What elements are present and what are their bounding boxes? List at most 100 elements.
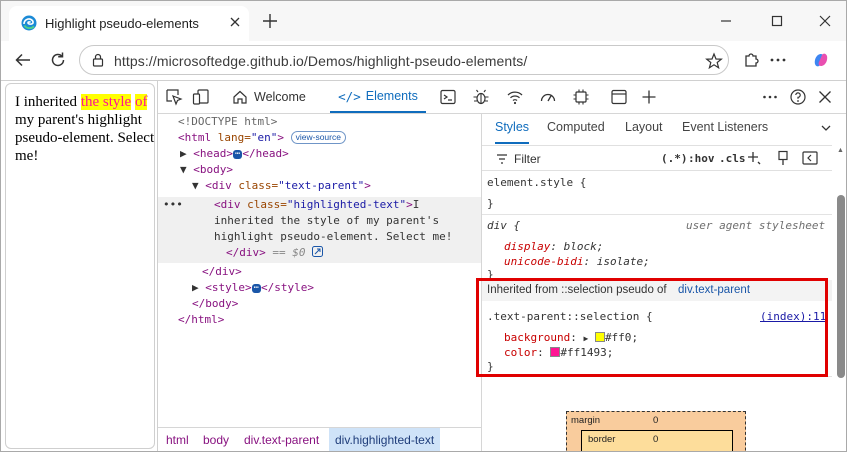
dom-text-parent-div[interactable]: ▼ <div class="text-parent"> xyxy=(192,178,371,194)
breadcrumb-text-parent[interactable]: div.text-parent xyxy=(238,428,325,451)
inspect-element-icon[interactable] xyxy=(165,88,183,106)
dom-head-node[interactable]: ▶ <head> ⋯ </head> xyxy=(180,146,289,162)
view-source-badge[interactable]: view-source xyxy=(290,131,346,144)
styles-scrollbar[interactable]: ▲ xyxy=(833,145,846,451)
dom-doctype[interactable]: <!DOCTYPE html> xyxy=(178,114,277,130)
dom-html-node[interactable]: <html lang="en"> view-source xyxy=(178,130,346,146)
browser-tab[interactable]: Highlight pseudo-elements xyxy=(9,6,249,41)
display-value: block xyxy=(563,240,597,253)
copilot-icon[interactable] xyxy=(811,50,831,70)
console-icon[interactable] xyxy=(439,88,457,106)
div-open: <div xyxy=(205,179,232,192)
colon: : xyxy=(583,255,591,268)
extensions-icon[interactable] xyxy=(741,50,761,70)
close-tab-icon[interactable] xyxy=(227,14,243,30)
html-close: </html> xyxy=(178,313,225,326)
pseudo-state-toggle[interactable]: (.*) xyxy=(661,152,688,165)
dom-highlighted-div-close[interactable]: </div> == $0 xyxy=(226,245,324,261)
dom-html-close[interactable]: </html> xyxy=(178,312,224,328)
devtools-more-icon[interactable] xyxy=(761,88,779,106)
hov-button[interactable]: :hov xyxy=(688,152,715,165)
div-rule-selector[interactable]: div { xyxy=(487,218,520,233)
collapse-triangle-icon[interactable]: ▼ xyxy=(192,179,205,192)
class-value: "highlighted-text" xyxy=(286,198,407,211)
refresh-icon[interactable] xyxy=(48,50,68,70)
tab-event-listeners[interactable]: Event Listeners xyxy=(682,120,768,144)
scrollbar-thumb[interactable] xyxy=(837,195,845,378)
text-plain-end: my parent's highlight pseudo-element. Se… xyxy=(15,112,155,164)
sidebar-toggle-icon[interactable] xyxy=(802,151,818,165)
tab-styles[interactable]: Styles xyxy=(495,120,530,144)
display-declaration[interactable]: display: block; xyxy=(504,239,603,254)
box-margin-label: margin xyxy=(571,415,601,426)
performance-gauge-icon[interactable] xyxy=(539,88,557,106)
new-tab-icon[interactable] xyxy=(261,12,279,30)
minimize-icon[interactable] xyxy=(718,13,734,29)
head-close: </head> xyxy=(242,147,289,160)
unicode-bidi-declaration[interactable]: unicode-bidi: isolate; xyxy=(504,254,650,269)
devtools-panel: Welcome </> Elements ••• <!DOCTYPE html>… xyxy=(157,80,846,451)
styles-subtabs: Styles Computed Layout Event Listeners xyxy=(482,114,846,144)
display-prop: display xyxy=(504,240,551,253)
collapsed-ellipsis[interactable]: ⋯ xyxy=(233,150,243,159)
back-arrow-icon[interactable] xyxy=(13,50,33,70)
box-border-label: border xyxy=(588,434,616,445)
dom-highlighted-div[interactable]: <div class="highlighted-text">I xyxy=(214,197,419,213)
edge-logo-icon xyxy=(21,15,37,31)
breadcrumb-html[interactable]: html xyxy=(160,428,195,451)
close-devtools-icon[interactable] xyxy=(816,88,834,106)
dom-text-line-2: inherited the style of my parent's xyxy=(214,214,440,227)
doctype-text: <!DOCTYPE html> xyxy=(178,115,278,128)
dom-body-node[interactable]: ▼ <body> xyxy=(180,162,233,178)
maximize-icon[interactable] xyxy=(769,13,785,29)
scroll-up-arrow-icon[interactable]: ▲ xyxy=(837,147,844,154)
browser-window: Highlight pseudo-elements https://micros… xyxy=(0,0,847,452)
tab-welcome[interactable]: Welcome xyxy=(232,81,318,113)
close-window-icon[interactable] xyxy=(817,13,833,29)
page-content-area: I inherited the style of my parent's hig… xyxy=(5,83,155,449)
dom-text-line-3: highlight pseudo-element. Select me! xyxy=(214,230,453,243)
device-emulation-icon[interactable] xyxy=(192,88,210,106)
network-wifi-icon[interactable] xyxy=(506,88,524,106)
box-model-border[interactable]: border 0 xyxy=(581,430,733,451)
class-attr: class= xyxy=(231,179,279,192)
dom-style-node[interactable]: ▶ <style> ⋯ </style> xyxy=(192,280,314,296)
breadcrumb-body[interactable]: body xyxy=(197,428,235,451)
unicode-value: isolate xyxy=(596,255,644,268)
sources-bug-icon[interactable] xyxy=(472,88,490,106)
expand-triangle-icon[interactable]: ▶ xyxy=(180,147,193,160)
collapse-triangle-icon[interactable]: ▼ xyxy=(180,163,193,176)
layer-link-icon[interactable] xyxy=(312,246,324,257)
more-menu-icon[interactable] xyxy=(768,50,788,70)
filter-input[interactable]: Filter xyxy=(514,152,541,166)
tab-layout[interactable]: Layout xyxy=(625,120,663,144)
cls-button[interactable]: .cls xyxy=(719,152,746,165)
semicolon: ; xyxy=(643,255,650,268)
styles-filter-bar: Filter (.*) :hov .cls xyxy=(482,145,832,171)
tab-elements[interactable]: </> Elements xyxy=(330,81,426,113)
more-tools-plus-icon[interactable] xyxy=(640,88,658,106)
memory-chip-icon[interactable] xyxy=(572,88,590,106)
expand-triangle-icon[interactable]: ▶ xyxy=(192,281,205,294)
element-style-rule[interactable]: element.style { xyxy=(487,175,586,190)
help-icon[interactable] xyxy=(789,88,807,106)
breadcrumb-highlighted-text[interactable]: div.highlighted-text xyxy=(329,428,441,451)
collapsed-ellipsis[interactable]: ⋯ xyxy=(251,284,262,293)
row-actions-ellipsis[interactable]: ••• xyxy=(163,197,183,213)
address-bar[interactable]: https://microsoftedge.github.io/Demos/hi… xyxy=(79,45,729,75)
box-model-margin[interactable]: margin 0 border 0 xyxy=(566,411,746,451)
navigation-bar: https://microsoftedge.github.io/Demos/hi… xyxy=(1,41,846,79)
tab-computed[interactable]: Computed xyxy=(547,120,605,144)
dom-text-parent-div-close[interactable]: </div> xyxy=(202,264,242,280)
new-style-rule-icon[interactable] xyxy=(746,150,762,166)
favorite-star-icon[interactable] xyxy=(705,52,723,70)
highlighted-text-paragraph[interactable]: I inherited the style of my parent's hig… xyxy=(15,93,155,165)
url-text: https://microsoftedge.github.io/Demos/hi… xyxy=(114,53,528,69)
dom-body-close[interactable]: </body> xyxy=(192,296,238,312)
chevron-down-icon[interactable] xyxy=(820,122,832,134)
computed-styles-toggle-icon[interactable] xyxy=(776,150,790,166)
tab-elements-label: Elements xyxy=(365,89,418,103)
div-close: </div> xyxy=(226,246,266,259)
application-panel-icon[interactable] xyxy=(610,88,628,106)
lock-icon[interactable] xyxy=(90,52,106,68)
